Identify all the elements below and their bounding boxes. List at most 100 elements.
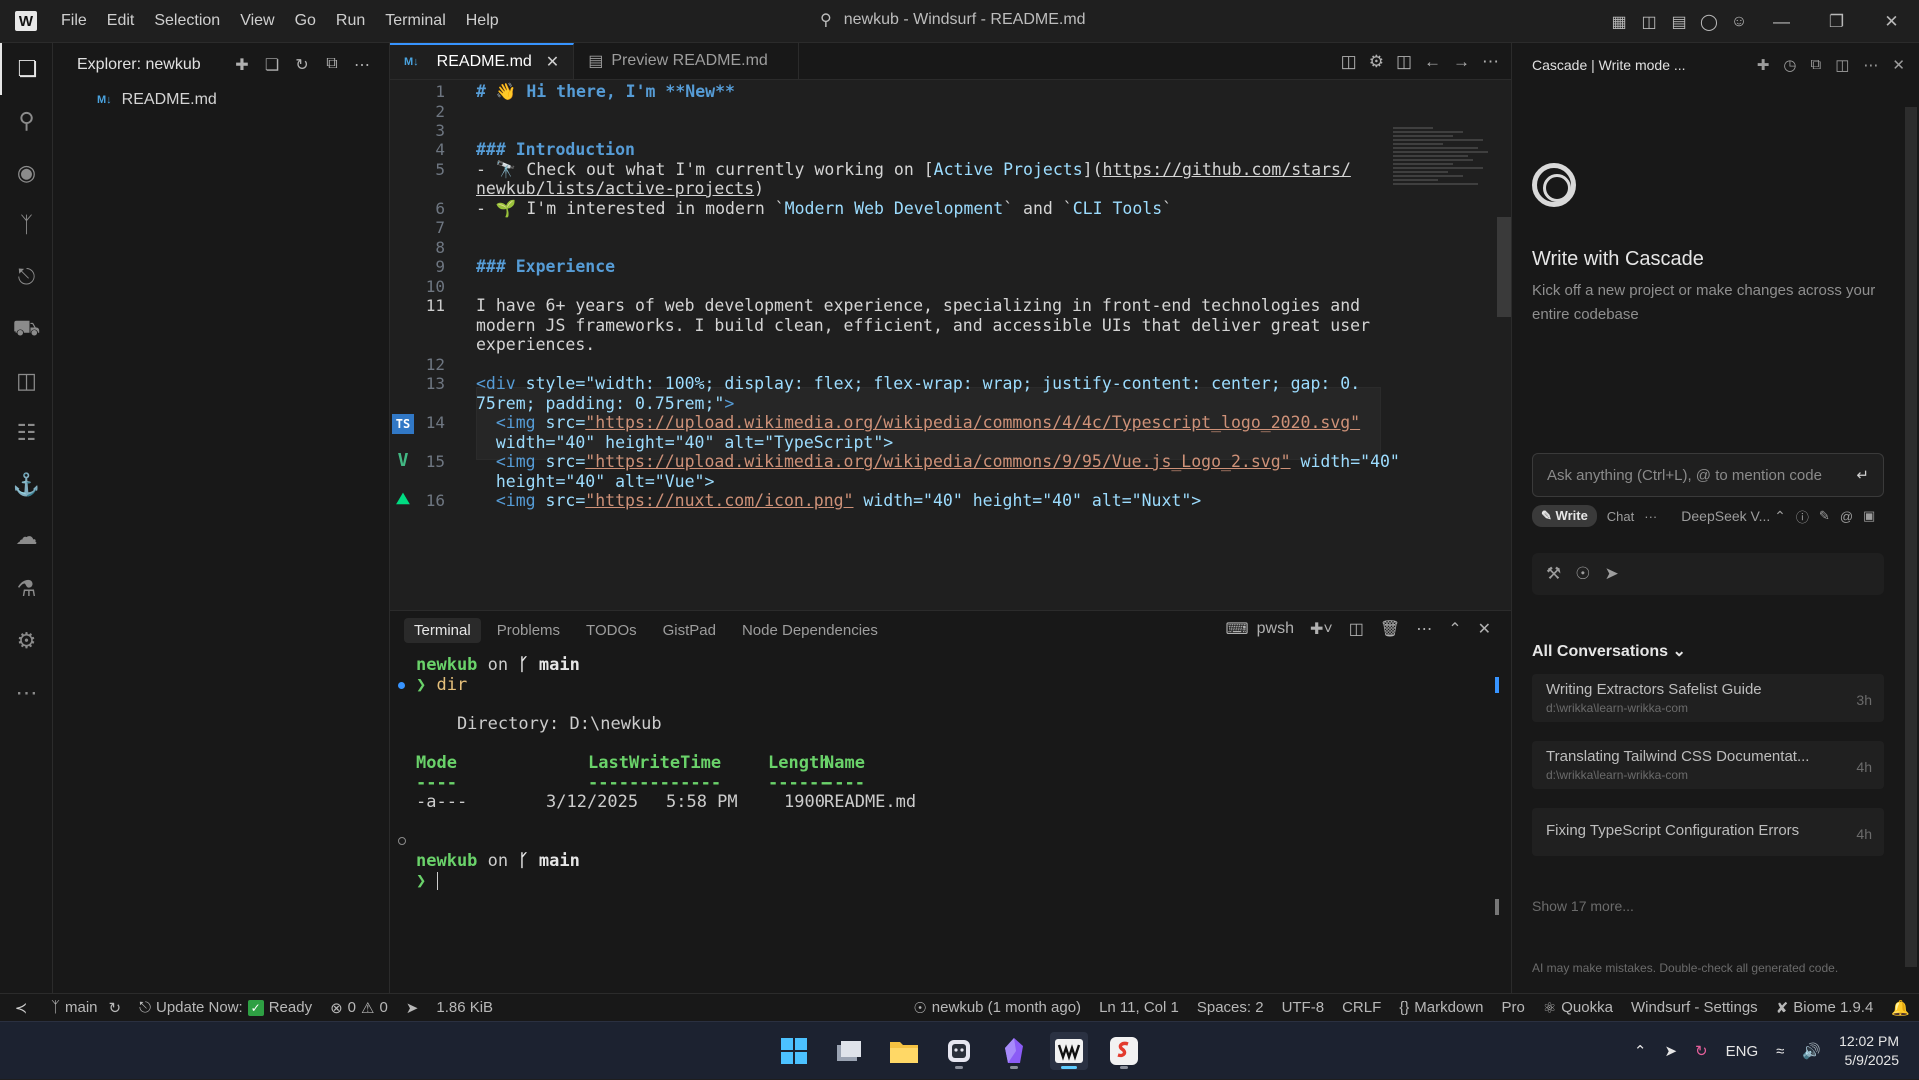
windsurf-logo-icon[interactable]: W <box>0 0 52 43</box>
windsurf-settings[interactable]: Windsurf - Settings <box>1622 999 1767 1016</box>
globe-icon[interactable]: ☉ <box>1575 564 1590 584</box>
maximize-panel-icon[interactable]: ⌃ <box>1448 619 1461 639</box>
hammer-icon[interactable]: ⚒ <box>1546 564 1561 584</box>
mention-icon[interactable]: @ <box>1840 509 1853 524</box>
html-url[interactable]: "https://upload.wikimedia.org/wikipedia/… <box>585 413 1360 432</box>
arrow-right-icon[interactable]: → <box>1453 52 1470 72</box>
task-view-icon[interactable] <box>830 1032 868 1070</box>
add-icon[interactable]: ✚ <box>1757 56 1770 74</box>
branch-indicator[interactable]: ᛉ main ↻ <box>42 999 130 1017</box>
docker-icon[interactable]: ⚙ <box>0 615 53 667</box>
ports-icon[interactable]: ➤ <box>397 999 428 1017</box>
menu-help[interactable]: Help <box>457 8 508 34</box>
history-icon[interactable]: ◷ <box>1783 56 1796 74</box>
more-icon[interactable]: ⋯ <box>0 667 53 719</box>
obsidian-icon[interactable] <box>995 1032 1033 1070</box>
trash-icon[interactable]: 🗑 <box>1380 619 1400 639</box>
open-window-icon[interactable]: ⧉ <box>1811 56 1822 74</box>
code-editor[interactable]: 1 2 3 4 5 6 7 8 9 10 11 12 13 14 15 16 T… <box>390 80 1511 610</box>
input-line[interactable]: ❯ <box>416 869 438 893</box>
more-options-button[interactable]: ··· <box>1644 509 1657 524</box>
html-url[interactable]: "https://upload.wikimedia.org/wikipedia/… <box>585 452 1290 471</box>
close-icon[interactable]: ✕ <box>1892 56 1905 74</box>
remote-indicator-icon[interactable]: ≺ <box>0 994 42 1022</box>
search-icon[interactable]: ⚲ <box>0 95 53 147</box>
git-blame[interactable]: ☉ newkub (1 month ago) <box>904 999 1090 1017</box>
menu-selection[interactable]: Selection <box>145 8 229 34</box>
problems-indicator[interactable]: ⊗ 0 ⚠ 0 <box>321 999 397 1017</box>
copilot-icon[interactable]: ◉ <box>0 147 53 199</box>
menu-edit[interactable]: Edit <box>98 8 144 34</box>
file-explorer-icon[interactable] <box>885 1032 923 1070</box>
edit-icon[interactable]: ✎ <box>1819 508 1830 524</box>
terminal-shell-selector[interactable]: ⌨ pwsh <box>1226 619 1294 639</box>
panel-icon[interactable]: ▤ <box>1664 0 1694 43</box>
extensions-icon[interactable]: ◫ <box>0 355 53 407</box>
volume-icon[interactable]: 🔊 <box>1802 1042 1821 1060</box>
enter-icon[interactable]: ↵ <box>1856 466 1869 484</box>
command-center[interactable]: ⚲ newkub - Windsurf - README.md <box>820 10 1086 30</box>
explorer-icon[interactable]: ❏ <box>0 43 53 95</box>
tab-node-dependencies[interactable]: Node Dependencies <box>732 618 888 643</box>
new-file-icon[interactable]: ✚ <box>229 55 255 75</box>
menu-view[interactable]: View <box>231 8 283 34</box>
tab-terminal[interactable]: Terminal <box>404 617 481 643</box>
split-editor-icon[interactable]: ◫ <box>1396 52 1412 72</box>
close-panel-icon[interactable]: ✕ <box>1478 619 1491 639</box>
docker-whale-icon[interactable]: ⚓ <box>0 459 53 511</box>
encoding[interactable]: UTF-8 <box>1273 999 1334 1016</box>
more-actions-icon[interactable]: ⋯ <box>1482 52 1499 72</box>
model-selector[interactable]: DeepSeek V... ⌃ <box>1681 508 1786 525</box>
system-clock[interactable]: 12:02 PM 5/9/2025 <box>1839 1032 1899 1070</box>
line-ending[interactable]: CRLF <box>1333 999 1390 1016</box>
cascade-scrollbar[interactable] <box>1905 107 1917 967</box>
close-icon[interactable]: ✕ <box>1864 0 1919 43</box>
html-url[interactable]: "https://nuxt.com/icon.png" <box>585 491 853 510</box>
quokka-indicator[interactable]: ⚛ Quokka <box>1534 999 1622 1017</box>
close-tab-icon[interactable]: ✕ <box>546 52 559 72</box>
arrow-left-icon[interactable]: ← <box>1424 52 1441 72</box>
windsurf-taskbar-icon[interactable] <box>1050 1032 1088 1070</box>
update-status[interactable]: ⎋ Update Now: ✓ Ready <box>130 999 321 1016</box>
remote-icon[interactable]: ⎋ <box>0 251 53 303</box>
telegram-icon[interactable]: ➤ <box>1664 1042 1677 1060</box>
settings-gear-icon[interactable]: ⚙ <box>1369 52 1384 72</box>
account-icon[interactable]: ☺ <box>1724 0 1754 43</box>
image-icon[interactable]: ▣ <box>1863 508 1875 524</box>
file-tree-item[interactable]: M↓ README.md <box>53 87 389 113</box>
conversation-item[interactable]: Fixing TypeScript Configuration Errors 4… <box>1532 808 1884 856</box>
tab-readme[interactable]: M↓ README.md ✕ <box>390 43 575 79</box>
collapse-all-icon[interactable]: ⧉ <box>319 55 345 75</box>
menu-run[interactable]: Run <box>327 8 374 34</box>
editor-scrollbar[interactable] <box>1497 217 1511 317</box>
conversation-item[interactable]: Translating Tailwind CSS Documentat... d… <box>1532 741 1884 789</box>
indentation[interactable]: Spaces: 2 <box>1188 999 1273 1016</box>
menu-terminal[interactable]: Terminal <box>376 8 454 34</box>
minimize-icon[interactable]: — <box>1754 0 1809 43</box>
help-icon[interactable]: ⓘ <box>1796 507 1809 526</box>
menu-file[interactable]: File <box>52 8 96 34</box>
input-language[interactable]: ENG <box>1726 1043 1759 1060</box>
cloud-icon[interactable]: ☁ <box>0 511 53 563</box>
menu-go[interactable]: Go <box>286 8 325 34</box>
wifi-icon[interactable]: ≈ <box>1776 1043 1784 1060</box>
tray-app-icon[interactable]: ↻ <box>1695 1042 1708 1060</box>
cursor-position[interactable]: Ln 11, Col 1 <box>1090 999 1188 1016</box>
language-mode[interactable]: {} Markdown <box>1390 999 1492 1016</box>
cascade-input[interactable]: Ask anything (Ctrl+L), @ to mention code… <box>1532 453 1884 497</box>
split-terminal-icon[interactable]: ◫ <box>1349 619 1364 639</box>
biome-indicator[interactable]: ✘ Biome 1.9.4 <box>1767 999 1883 1017</box>
refresh-icon[interactable]: ↻ <box>289 55 315 75</box>
tab-preview-readme[interactable]: ▤ Preview README.md <box>574 43 800 79</box>
minimap[interactable] <box>1393 125 1493 220</box>
more-actions-icon[interactable]: ⋯ <box>1863 56 1878 74</box>
testing-icon[interactable]: ⚗ <box>0 563 53 615</box>
source-control-icon[interactable]: ᛉ <box>0 199 53 251</box>
show-more-link[interactable]: Show 17 more... <box>1532 898 1634 914</box>
conversation-item[interactable]: Writing Extractors Safelist Guide d:\wri… <box>1532 674 1884 722</box>
diagram-icon[interactable]: ☷ <box>0 407 53 459</box>
link-url[interactable]: https://github.com/stars/ <box>1103 160 1351 179</box>
database-icon[interactable]: ⛟ <box>0 303 53 355</box>
rocket-icon[interactable]: ➤ <box>1605 564 1619 584</box>
tab-todos[interactable]: TODOs <box>576 618 647 643</box>
